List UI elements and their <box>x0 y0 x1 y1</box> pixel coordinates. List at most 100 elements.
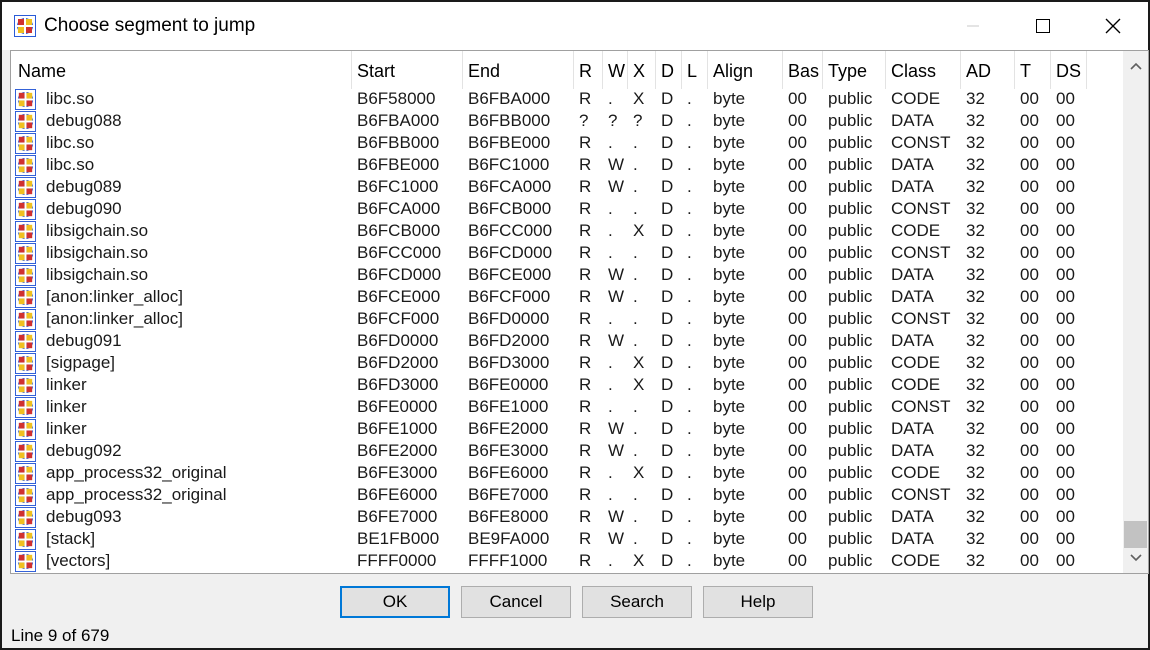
table-row[interactable]: libc.so B6FBB000 B6FBE000 R.. D. byte 00 public… <box>11 132 1123 154</box>
cell-t: 00 <box>1020 199 1039 218</box>
cell-start: B6FBB000 <box>357 133 440 152</box>
cell-bas: 00 <box>788 309 807 328</box>
column-header-bas[interactable]: Bas <box>783 51 823 89</box>
table-row[interactable]: debug092 B6FE2000 B6FE3000 R W. D. byte 00 publi… <box>11 440 1123 462</box>
column-header-class[interactable]: Class <box>886 51 961 89</box>
cell-r: R <box>579 243 592 262</box>
cell-x: . <box>633 199 638 218</box>
cell-align: byte <box>713 463 746 482</box>
table-row[interactable]: [stack] BE1FB000 BE9FA000 R W. D. byte 00 public… <box>11 528 1123 550</box>
cell-align: byte <box>713 221 746 240</box>
column-header-name[interactable]: Name <box>13 51 352 89</box>
cell-r: R <box>579 551 592 570</box>
cell-ad: 32 <box>966 243 985 262</box>
table-row[interactable]: linker B6FD3000 B6FE0000 R. X D. byte 00 public C… <box>11 374 1123 396</box>
column-header-t[interactable]: T <box>1015 51 1051 89</box>
table-row[interactable]: linker B6FE1000 B6FE2000 R W. D. byte 00 public D… <box>11 418 1123 440</box>
column-header-type[interactable]: Type <box>823 51 886 89</box>
cancel-button[interactable]: Cancel <box>461 586 571 618</box>
table-row[interactable]: debug091 B6FD0000 B6FD2000 R W. D. byte 00 publi… <box>11 330 1123 352</box>
ok-button[interactable]: OK <box>340 586 450 618</box>
table-row[interactable]: debug088 B6FBA000 B6FBB000??? D. byte 00 publi… <box>11 110 1123 132</box>
cell-align: byte <box>713 177 746 196</box>
cell-ad: 32 <box>966 375 985 394</box>
column-header-end[interactable]: End <box>463 51 574 89</box>
cell-t: 00 <box>1020 155 1039 174</box>
cell-w: . <box>608 375 613 394</box>
dialog-window: Choose segment to jump Name Start End R W X D L… <box>0 0 1150 650</box>
cell-type: public <box>828 331 873 350</box>
segment-icon <box>15 331 36 352</box>
close-button[interactable] <box>1078 2 1148 50</box>
cell-w: ? <box>608 111 618 130</box>
cell-end: FFFF1000 <box>468 551 548 570</box>
cell-type: public <box>828 419 873 438</box>
cell-bas: 00 <box>788 485 807 504</box>
search-button[interactable]: Search <box>582 586 692 618</box>
maximize-button[interactable] <box>1008 2 1078 50</box>
segment-list[interactable]: Name Start End R W X D L Align Bas Type Class AD T DS … <box>10 50 1149 574</box>
cell-end: B6FD0000 <box>468 309 550 328</box>
column-header-ds[interactable]: DS <box>1051 51 1087 89</box>
column-header-x[interactable]: X <box>628 51 656 89</box>
cell-l: . <box>687 353 692 372</box>
table-row[interactable]: app_process32_original B6FE3000 B6FE6000 R.… <box>11 462 1123 484</box>
table-row[interactable]: [anon:linker_alloc] B6FCF000 B6FD0000 R.. D.… <box>11 308 1123 330</box>
cell-align: byte <box>713 133 746 152</box>
table-row[interactable]: debug089 B6FC1000 B6FCA000 R W. D. byte 00 publi… <box>11 176 1123 198</box>
table-row[interactable]: libsigchain.so B6FCB000 B6FCC000 R. X D. byte 0… <box>11 220 1123 242</box>
cell-ad: 32 <box>966 419 985 438</box>
table-row[interactable]: libsigchain.so B6FCD000 B6FCE000 R W. D. byte 0… <box>11 264 1123 286</box>
cell-bas: 00 <box>788 133 807 152</box>
table-row[interactable]: libc.so B6F58000 B6FBA000 R. X D. byte 00 public… <box>11 89 1123 110</box>
cell-r: R <box>579 463 592 482</box>
cell-t: 00 <box>1020 507 1039 526</box>
cell-ds: 00 <box>1056 111 1075 130</box>
cell-d: D <box>661 375 674 394</box>
table-row[interactable]: [sigpage] B6FD2000 B6FD3000 R. X D. byte 00 publ… <box>11 352 1123 374</box>
table-row[interactable]: debug093 B6FE7000 B6FE8000 R W. D. byte 00 publi… <box>11 506 1123 528</box>
column-header-l[interactable]: L <box>682 51 708 89</box>
segment-icon <box>15 529 36 550</box>
cell-class: DATA <box>891 111 934 130</box>
cell-l: . <box>687 397 692 416</box>
vertical-scrollbar[interactable] <box>1123 51 1148 573</box>
column-header-start[interactable]: Start <box>352 51 463 89</box>
table-row[interactable]: [anon:linker_alloc] B6FCE000 B6FCF000 R W. D.… <box>11 286 1123 308</box>
cell-name: [sigpage] <box>46 353 115 372</box>
cell-type: public <box>828 199 873 218</box>
cell-x: . <box>633 287 638 306</box>
table-row[interactable]: linker B6FE0000 B6FE1000 R.. D. byte 00 public C… <box>11 396 1123 418</box>
cell-ds: 00 <box>1056 419 1075 438</box>
cell-align: byte <box>713 485 746 504</box>
table-row[interactable]: libsigchain.so B6FCC000 B6FCD000 R.. D. byte 0… <box>11 242 1123 264</box>
cell-w: W <box>608 331 625 350</box>
cell-bas: 00 <box>788 89 807 108</box>
column-header-w[interactable]: W <box>603 51 628 89</box>
cell-end: B6FE3000 <box>468 441 549 460</box>
table-row[interactable]: [vectors] FFFF0000 FFFF1000 R. X D. byte 00 publ… <box>11 550 1123 572</box>
cell-d: D <box>661 463 674 482</box>
column-header-d[interactable]: D <box>656 51 682 89</box>
scroll-down-button[interactable] <box>1123 543 1148 573</box>
cell-end: B6FBB000 <box>468 111 551 130</box>
cell-end: B6FD2000 <box>468 331 550 350</box>
scroll-up-button[interactable] <box>1123 51 1148 81</box>
help-button[interactable]: Help <box>703 586 813 618</box>
cell-l: . <box>687 419 692 438</box>
table-row[interactable]: app_process32_original B6FE6000 B6FE7000 R.… <box>11 484 1123 506</box>
table-row[interactable]: libc.so B6FBE000 B6FC1000 R W. D. byte 00 public… <box>11 154 1123 176</box>
cell-ad: 32 <box>966 155 985 174</box>
minimize-button[interactable] <box>938 2 1008 50</box>
cell-start: B6FC1000 <box>357 177 439 196</box>
cell-type: public <box>828 221 873 240</box>
cell-l: . <box>687 265 692 284</box>
table-row[interactable]: debug090 B6FCA000 B6FCB000 R.. D. byte 00 publi… <box>11 198 1123 220</box>
column-header-align[interactable]: Align <box>708 51 783 89</box>
cell-ds: 00 <box>1056 441 1075 460</box>
column-header-r[interactable]: R <box>574 51 603 89</box>
cell-type: public <box>828 309 873 328</box>
cell-w: . <box>608 463 613 482</box>
column-header-ad[interactable]: AD <box>961 51 1015 89</box>
chevron-up-icon <box>1129 62 1142 70</box>
